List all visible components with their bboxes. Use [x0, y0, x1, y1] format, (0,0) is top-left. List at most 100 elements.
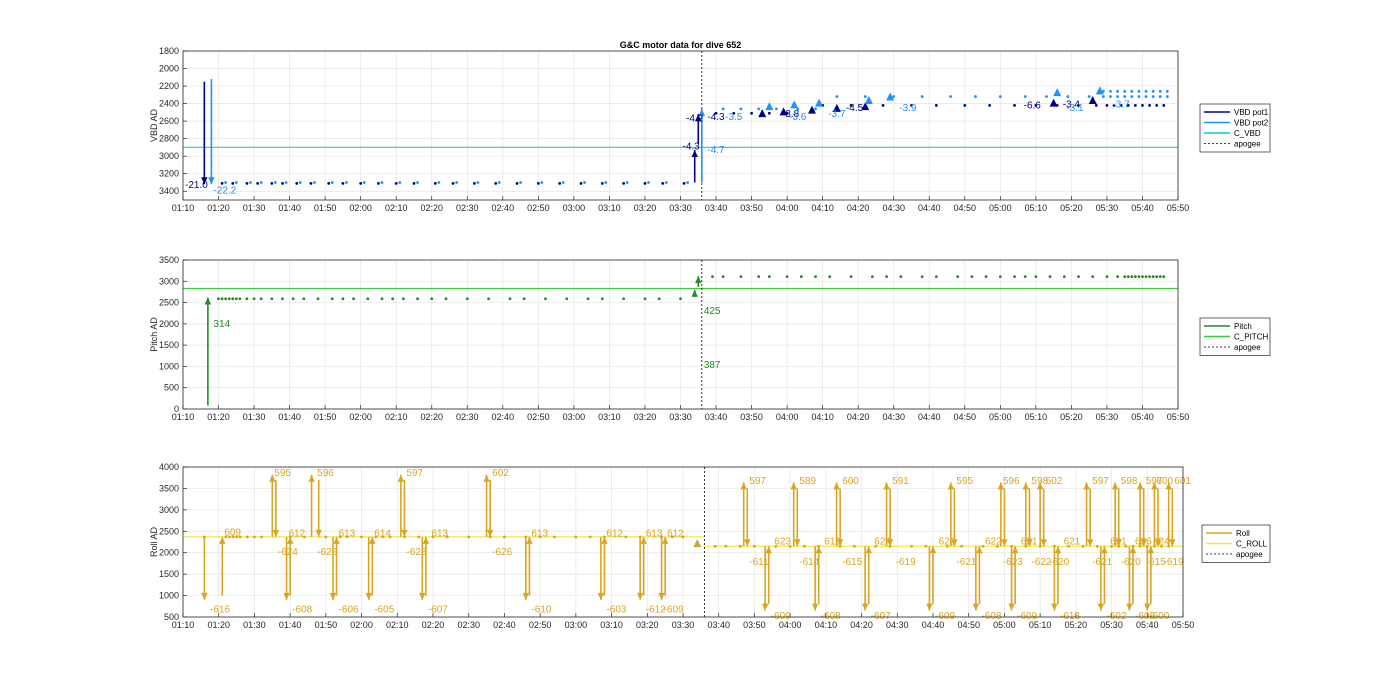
data-point: [835, 95, 839, 98]
data-point: [1130, 275, 1134, 279]
data-point: [711, 275, 714, 279]
data-point: [892, 95, 896, 98]
y-tick-label: 1500: [159, 569, 179, 579]
x-tick-label: 01:30: [243, 620, 266, 630]
data-label: 314: [213, 319, 230, 330]
data-point: [753, 544, 756, 548]
y-tick-label: 2500: [159, 298, 179, 308]
data-label: 596: [317, 468, 334, 479]
data-label: -620: [1049, 557, 1069, 568]
data-point: [1133, 103, 1137, 107]
x-tick-label: 02:30: [457, 620, 480, 630]
data-point: [553, 535, 556, 539]
y-tick-label: 1000: [159, 361, 179, 371]
x-tick-label: 02:00: [350, 620, 373, 630]
data-point: [455, 181, 459, 184]
data-point: [579, 181, 583, 185]
y-axis-label: Pitch AD: [149, 317, 159, 352]
x-tick-label: 05:40: [1131, 203, 1154, 213]
x-tick-label: 02:40: [492, 203, 515, 213]
data-label: 596: [1003, 476, 1020, 487]
x-tick-label: 05:50: [1172, 620, 1195, 630]
data-point: [1095, 544, 1099, 548]
data-label: -607: [871, 611, 891, 622]
x-tick-label: 05:00: [989, 412, 1012, 422]
y-tick-label: 3500: [159, 255, 179, 265]
data-label: -607: [428, 604, 448, 615]
data-point: [1126, 275, 1130, 279]
data-point: [963, 103, 967, 107]
data-point: [657, 297, 661, 301]
x-tick-label: 01:50: [314, 412, 337, 422]
data-point: [256, 181, 260, 185]
data-point: [998, 95, 1002, 98]
data-point: [588, 535, 592, 539]
data-point: [920, 95, 924, 98]
y-tick-label: 500: [164, 612, 179, 622]
legend-label: VBD pot1: [1234, 108, 1269, 117]
data-point: [988, 103, 992, 107]
data-point: [380, 297, 384, 301]
data-label: 616: [824, 537, 841, 548]
x-tick-label: 04:00: [776, 203, 799, 213]
data-point: [234, 297, 238, 301]
x-tick-label: 03:50: [740, 412, 763, 422]
data-point: [561, 181, 565, 184]
y-tick-label: 4000: [159, 462, 179, 472]
x-tick-label: 03:50: [743, 620, 766, 630]
y-tick-label: 2500: [159, 526, 179, 536]
data-point: [330, 181, 334, 184]
data-label: -616: [210, 604, 230, 615]
x-tick-label: 03:00: [563, 412, 586, 422]
x-tick-label: 04:40: [918, 412, 941, 422]
x-tick-label: 01:30: [243, 412, 266, 422]
data-label: -4.7: [707, 145, 725, 156]
data-label: 613: [531, 529, 548, 540]
data-point: [313, 181, 316, 184]
data-point: [899, 275, 903, 279]
data-point: [1077, 275, 1080, 279]
data-point: [1158, 95, 1162, 98]
data-point: [583, 181, 586, 184]
data-label: 597: [1092, 476, 1109, 487]
data-label: 600: [1156, 476, 1173, 487]
x-tick-label: 03:40: [705, 412, 728, 422]
data-point: [863, 95, 867, 98]
y-tick-label: 0: [174, 404, 179, 414]
x-tick-label: 01:20: [207, 620, 230, 630]
data-point: [1165, 95, 1169, 98]
x-tick-label: 04:40: [918, 203, 941, 213]
x-tick-label: 02:30: [456, 203, 479, 213]
data-point: [1109, 89, 1112, 93]
x-tick-label: 02:00: [349, 412, 372, 422]
legend-label: apogee: [1234, 140, 1261, 149]
data-point: [234, 181, 238, 184]
data-point: [1130, 95, 1134, 98]
data-point: [497, 181, 501, 184]
data-point: [401, 297, 405, 301]
x-tick-label: 01:10: [172, 203, 195, 213]
x-tick-label: 04:50: [954, 203, 977, 213]
x-tick-label: 03:20: [634, 412, 657, 422]
data-label: -4.2: [686, 114, 704, 125]
data-point: [309, 181, 313, 185]
data-point: [586, 297, 590, 301]
data-label: 622: [985, 537, 1002, 548]
data-point: [1023, 95, 1027, 98]
data-label: -603: [606, 604, 626, 615]
x-tick-label: 05:30: [1096, 203, 1119, 213]
data-point: [494, 181, 498, 185]
data-point: [739, 107, 743, 111]
data-point: [814, 275, 817, 279]
data-label: -615: [842, 557, 862, 568]
data-point: [767, 275, 771, 279]
data-label: -600: [1149, 611, 1169, 622]
x-tick-label: 01:50: [314, 203, 337, 213]
data-point: [750, 111, 753, 115]
data-point: [1144, 95, 1148, 98]
data-point: [721, 275, 725, 279]
data-point: [625, 181, 629, 184]
data-point: [1116, 275, 1119, 279]
data-label: 613: [646, 529, 663, 540]
data-point: [437, 181, 441, 184]
